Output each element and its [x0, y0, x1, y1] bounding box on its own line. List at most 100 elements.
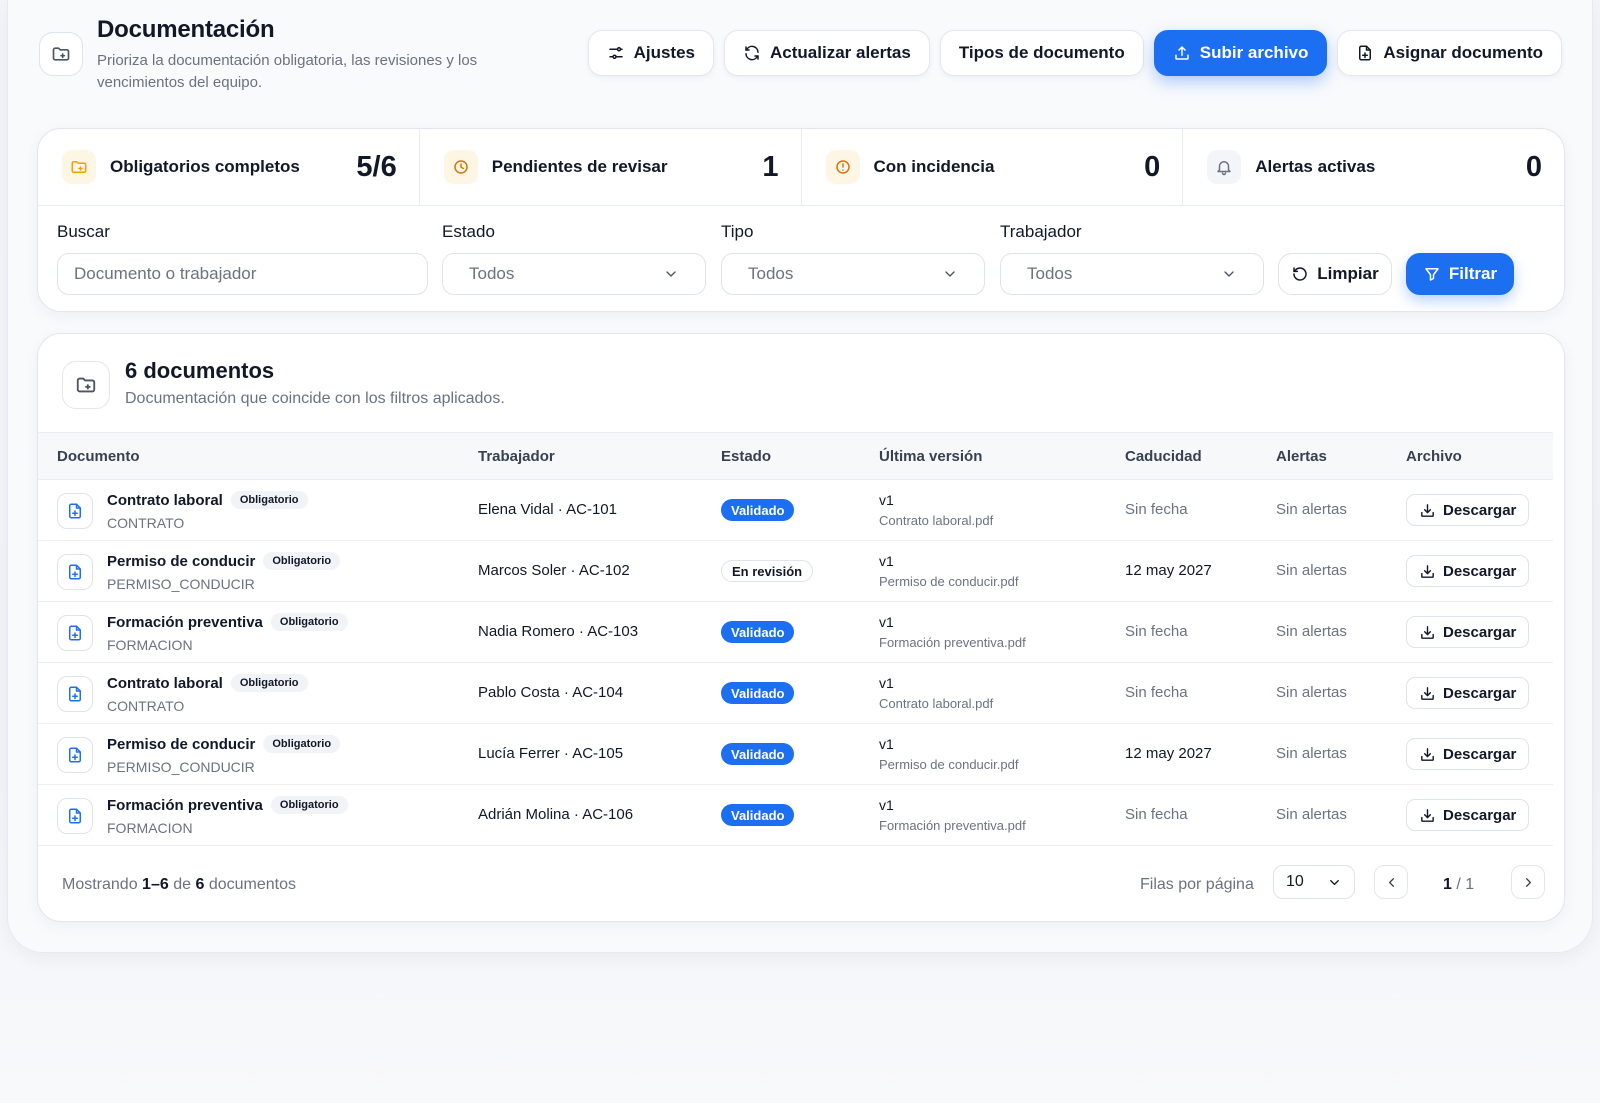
refresh-alerts-button[interactable]: Actualizar alertas — [724, 30, 930, 76]
table-row[interactable]: Contrato laboral Obligatorio CONTRATO Pab… — [38, 663, 1553, 724]
worker-label: Trabajador — [1000, 222, 1082, 241]
prev-page-button[interactable] — [1374, 865, 1408, 899]
file-plus-icon — [57, 676, 93, 712]
chevron-down-icon — [663, 266, 679, 282]
column-header[interactable]: Documento — [57, 448, 140, 465]
worker-cell: Marcos Soler · AC-102 — [478, 562, 630, 579]
column-header[interactable]: Trabajador — [478, 448, 555, 465]
document-name-text: Contrato laboral — [107, 674, 223, 692]
worker-cell: Lucía Ferrer · AC-105 — [478, 745, 624, 762]
download-label: Descargar — [1443, 806, 1517, 824]
next-page-button[interactable] — [1511, 865, 1545, 899]
table-row[interactable]: Permiso de conducir Obligatorio PERMISO_C… — [38, 541, 1553, 602]
chevron-down-icon — [1327, 875, 1342, 890]
alert-circle-icon — [825, 150, 860, 184]
version-label: v1 — [879, 797, 894, 813]
worker-cell: Adrián Molina · AC-106 — [478, 806, 634, 823]
document-types-button[interactable]: Tipos de documento — [939, 30, 1144, 76]
folder-icon — [62, 361, 110, 409]
download-button[interactable]: Descargar — [1406, 677, 1530, 709]
upload-file-button[interactable]: Subir archivo — [1153, 30, 1328, 76]
expiry-cell: Sin fecha — [1125, 806, 1188, 823]
rows-per-page-select[interactable]: 10 — [1273, 865, 1355, 899]
bell-icon — [1207, 150, 1242, 184]
sliders-icon — [607, 44, 625, 62]
worker-select[interactable]: Todos — [1000, 253, 1264, 295]
status-badge: Validado — [721, 804, 795, 826]
document-name: Contrato laboral Obligatorio — [107, 674, 308, 692]
status-badge: Validado — [721, 499, 795, 521]
mandatory-tag: Obligatorio — [270, 796, 348, 814]
version-label: v1 — [879, 736, 894, 752]
download-icon — [1419, 624, 1436, 641]
column-header[interactable]: Archivo — [1406, 448, 1462, 465]
assign-document-label: Asignar documento — [1383, 43, 1543, 62]
download-icon — [1419, 502, 1436, 519]
document-code: FORMACION — [107, 637, 193, 653]
documents-subtitle: Documentación que coincide con los filtr… — [125, 390, 505, 407]
expiry-cell: 12 may 2027 — [1125, 562, 1212, 579]
table-footer: Mostrando 1–6 de 6 documentos Filas por … — [38, 847, 1564, 921]
download-button[interactable]: Descargar — [1406, 616, 1530, 648]
apply-filter-button[interactable]: Filtrar — [1406, 253, 1514, 295]
column-header[interactable]: Estado — [721, 448, 771, 465]
version-label: v1 — [879, 492, 894, 508]
download-icon — [1419, 685, 1436, 702]
alerts-cell: Sin alertas — [1276, 501, 1347, 518]
type-select[interactable]: Todos — [721, 253, 985, 295]
refresh-alerts-label: Actualizar alertas — [770, 43, 911, 62]
file-plus-icon — [57, 798, 93, 834]
download-icon — [1419, 746, 1436, 763]
document-types-label: Tipos de documento — [958, 43, 1125, 62]
version-file: Contrato laboral.pdf — [879, 696, 994, 711]
status-badge: Validado — [721, 621, 795, 643]
table-header: Documento Trabajador Estado Última versi… — [38, 432, 1553, 480]
file-plus-icon — [57, 737, 93, 773]
download-label: Descargar — [1443, 684, 1517, 702]
download-button[interactable]: Descargar — [1406, 555, 1530, 587]
showing-of: de — [173, 876, 191, 893]
download-button[interactable]: Descargar — [1406, 494, 1530, 526]
clear-filters-button[interactable]: Limpiar — [1278, 253, 1392, 295]
type-label: Tipo — [721, 222, 754, 241]
alerts-cell: Sin alertas — [1276, 684, 1347, 701]
showing-total: 6 — [195, 876, 205, 893]
document-name-text: Permiso de conducir — [107, 552, 256, 570]
search-input[interactable]: Documento o trabajador — [57, 253, 428, 295]
download-label: Descargar — [1443, 501, 1517, 519]
download-button[interactable]: Descargar — [1406, 799, 1530, 831]
showing-suffix: documentos — [208, 876, 296, 893]
stat-active-alerts: Alertas activas 0 — [1183, 129, 1564, 205]
table-row[interactable]: Contrato laboral Obligatorio CONTRATO Ele… — [38, 480, 1553, 541]
version-label: v1 — [879, 553, 894, 569]
download-button[interactable]: Descargar — [1406, 738, 1530, 770]
version-file: Formación preventiva.pdf — [879, 635, 1026, 650]
mandatory-tag: Obligatorio — [263, 735, 341, 753]
stat-label: Obligatorios completos — [110, 157, 300, 176]
download-icon — [1419, 807, 1436, 824]
stat-label: Alertas activas — [1255, 157, 1376, 176]
folder-icon — [62, 150, 96, 184]
settings-button[interactable]: Ajustes — [587, 30, 715, 76]
table-body: Contrato laboral Obligatorio CONTRATO Ele… — [38, 480, 1553, 846]
reset-icon — [1291, 265, 1309, 283]
page-title: Documentación — [97, 16, 275, 43]
table-row[interactable]: Formación preventiva Obligatorio FORMACIO… — [38, 602, 1553, 663]
document-code: CONTRATO — [107, 515, 185, 531]
table-row[interactable]: Formación preventiva Obligatorio FORMACIO… — [38, 785, 1553, 846]
search-label: Buscar — [57, 222, 110, 241]
status-select[interactable]: Todos — [442, 253, 706, 295]
stat-mandatory-complete: Obligatorios completos 5/6 — [38, 129, 420, 205]
column-header[interactable]: Alertas — [1276, 448, 1327, 465]
column-header[interactable]: Última versión — [879, 448, 982, 465]
column-header[interactable]: Caducidad — [1125, 448, 1202, 465]
upload-file-label: Subir archivo — [1199, 43, 1309, 62]
file-plus-icon — [57, 615, 93, 651]
assign-document-button[interactable]: Asignar documento — [1337, 30, 1562, 76]
page-current: 1 — [1443, 876, 1452, 893]
document-name-text: Permiso de conducir — [107, 735, 256, 753]
stat-label: Pendientes de revisar — [491, 157, 668, 176]
status-select-value: Todos — [469, 264, 515, 283]
chevron-right-icon — [1521, 875, 1536, 890]
table-row[interactable]: Permiso de conducir Obligatorio PERMISO_C… — [38, 724, 1553, 785]
